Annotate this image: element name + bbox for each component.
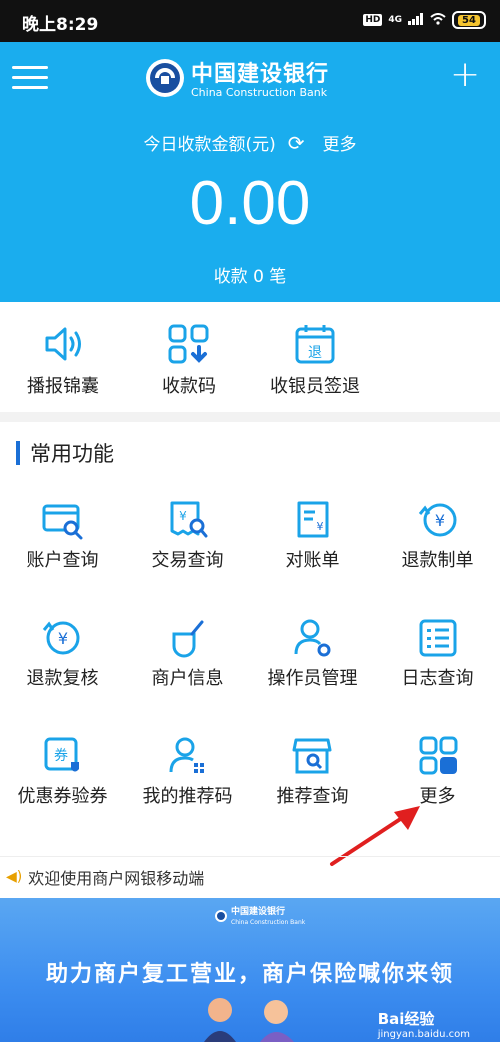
function-label: 交易查询 [151, 550, 224, 571]
quick-action-broadcast[interactable]: 播报锦囊 [0, 302, 126, 412]
quick-action-label: 收银员签退 [270, 376, 360, 397]
function-label: 操作员管理 [267, 668, 358, 689]
function-log-query[interactable]: 日志查询 [375, 618, 500, 736]
function-label: 优惠券验券 [17, 786, 108, 807]
menu-button[interactable] [12, 62, 50, 92]
status-time: 晚上8:29 [22, 15, 99, 35]
common-functions-title: 常用功能 [16, 440, 114, 466]
log-list-icon [375, 618, 500, 658]
today-amount: 0.00 [189, 169, 311, 238]
signal-icon [408, 12, 424, 28]
section-accent-bar [16, 441, 20, 465]
notice-text: 欢迎使用商户网银移动端 [28, 868, 205, 888]
quick-actions: 播报锦囊 收款码 退 收银员签退 [0, 302, 500, 412]
quick-action-label: 收款码 [162, 376, 216, 397]
status-bar: 晚上8:29 HD 4G 54 [0, 0, 500, 42]
qr-code-icon [126, 324, 252, 364]
function-transaction-query[interactable]: ¥ 交易查询 [125, 500, 250, 618]
function-label: 我的推荐码 [142, 786, 233, 807]
function-label: 退款复核 [26, 668, 99, 689]
watermark-url: jingyan.baidu.com [377, 1029, 470, 1040]
speaker-icon [0, 324, 126, 364]
section-divider [0, 412, 500, 422]
function-label: 账户查询 [26, 550, 99, 571]
quick-action-qr-code[interactable]: 收款码 [126, 302, 252, 412]
quick-action-cashier-checkout[interactable]: 退 收银员签退 [252, 302, 378, 412]
function-refund-create[interactable]: ¥ 退款制单 [375, 500, 500, 618]
battery-icon: 54 [452, 11, 486, 29]
svg-text:¥: ¥ [434, 511, 444, 530]
bank-name-en: China Construction Bank [191, 86, 328, 99]
network-indicator: 4G [388, 15, 402, 25]
function-my-referral-code[interactable]: 我的推荐码 [125, 736, 250, 854]
function-label: 对账单 [285, 550, 340, 571]
more-grid-icon [375, 736, 500, 776]
hd-badge: HD [363, 14, 383, 26]
more-link[interactable]: 更多 [323, 130, 357, 155]
banner-headline: 助力商户复工营业，商户保险喊你来领 [45, 962, 454, 987]
battery-level: 54 [458, 14, 480, 26]
bank-logo: 中国建设银行 China Construction Bank [145, 56, 329, 99]
function-merchant-info[interactable]: 商户信息 [125, 618, 250, 736]
function-label: 商户信息 [151, 668, 224, 689]
refund-create-icon: ¥ [375, 500, 500, 540]
transaction-count: 收款 0 笔 [213, 267, 287, 287]
statement-icon: ¥ [250, 500, 375, 540]
header: 中国建设银行 China Construction Bank + 今日收款金额(… [0, 42, 500, 302]
add-button[interactable]: + [450, 57, 480, 94]
function-account-query[interactable]: 账户查询 [0, 500, 125, 618]
watermark: Bai经验 jingyan.baidu.com [378, 1008, 470, 1040]
amount-label: 今日收款金额(元) [143, 135, 276, 155]
merchant-info-icon [125, 618, 250, 658]
promo-banner[interactable]: 中国建设银行 China Construction Bank 助力商户复工营业，… [0, 898, 500, 1042]
notice-bar[interactable]: ◀) 欢迎使用商户网银移动端 [0, 856, 500, 896]
user-code-icon [125, 736, 250, 776]
svg-text:券: 券 [54, 748, 68, 764]
refresh-icon[interactable]: ⟳ [288, 131, 305, 155]
speaker-icon: ◀) [6, 868, 23, 885]
refund-review-icon: ¥ [0, 618, 125, 658]
receipt-search-icon: ¥ [125, 500, 250, 540]
store-search-icon [250, 736, 375, 776]
amount-label-row: 今日收款金额(元) ⟳ 更多 [0, 130, 500, 156]
banner-logo-en: China Construction Bank [231, 919, 306, 926]
card-search-icon [0, 500, 125, 540]
section-title-text: 常用功能 [30, 442, 114, 466]
svg-text:退: 退 [308, 345, 322, 361]
banner-logo: 中国建设银行 China Construction Bank [214, 904, 305, 927]
function-operator-management[interactable]: 操作员管理 [250, 618, 375, 736]
wifi-icon [430, 12, 446, 28]
svg-text:¥: ¥ [316, 520, 323, 533]
watermark-text: Bai经验 [377, 1010, 435, 1028]
ccb-logo-icon [146, 58, 184, 97]
banner-logo-text: 中国建设银行 [231, 907, 286, 917]
bank-name-cn: 中国建设银行 [191, 62, 330, 87]
function-label: 退款制单 [401, 550, 474, 571]
quick-action-label: 播报锦囊 [27, 376, 99, 397]
operator-settings-icon [250, 618, 375, 658]
calendar-checkout-icon: 退 [252, 324, 378, 364]
function-statement[interactable]: ¥ 对账单 [250, 500, 375, 618]
svg-text:¥: ¥ [179, 509, 187, 523]
function-label: 日志查询 [401, 668, 474, 689]
svg-text:¥: ¥ [57, 629, 67, 648]
coupon-verify-icon: 券 [0, 736, 125, 776]
function-coupon-verify[interactable]: 券 优惠券验券 [0, 736, 125, 854]
ccb-logo-icon [215, 909, 227, 922]
function-refund-review[interactable]: ¥ 退款复核 [0, 618, 125, 736]
status-icons: HD 4G 54 [363, 11, 486, 29]
people-illustration-icon [204, 998, 294, 1042]
